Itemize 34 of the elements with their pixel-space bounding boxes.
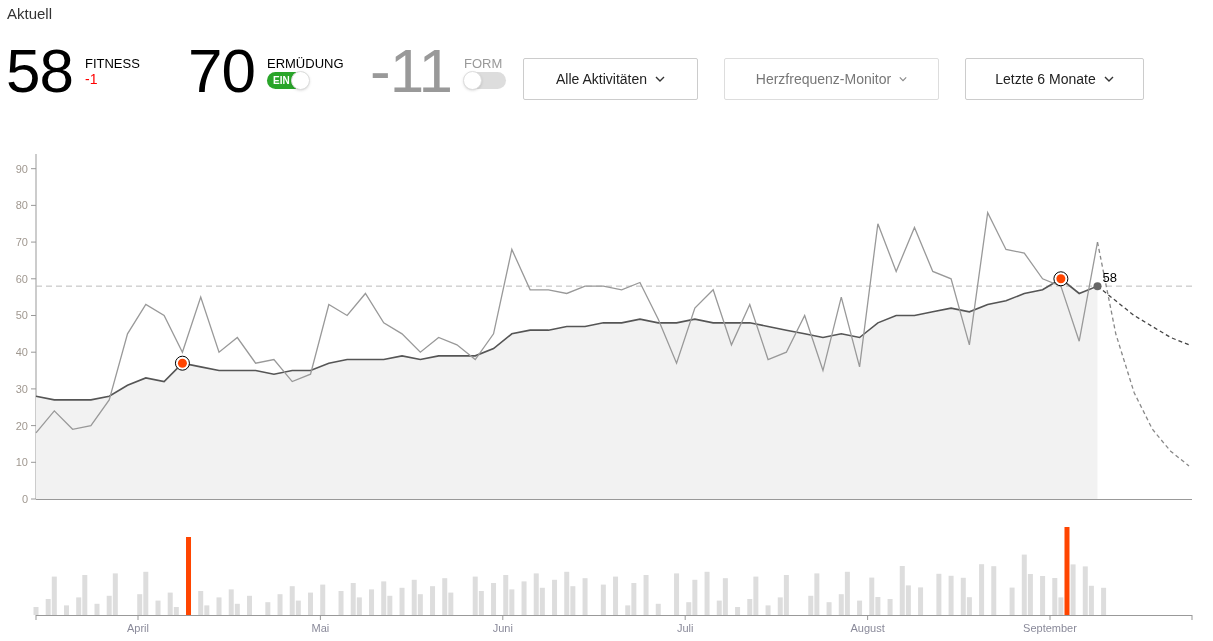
point-label: 58	[1102, 270, 1117, 286]
month-label: August	[850, 622, 885, 634]
metric-value: 70	[188, 38, 255, 104]
highlight-marker	[1053, 271, 1069, 287]
metric-value: 58	[6, 38, 73, 104]
metric-change: -1	[84, 71, 98, 87]
y-tick-label: 60	[15, 272, 28, 285]
current-point	[1093, 282, 1102, 291]
metric-label: FITNESS	[84, 56, 140, 71]
month-label: Juli	[676, 622, 694, 634]
y-tick-label: 40	[15, 346, 28, 359]
section-title: Aktuell	[7, 4, 53, 24]
dropdown-button[interactable]: Alle Aktivitäten	[523, 58, 698, 100]
month-label: Mai	[311, 622, 330, 634]
highlight-marker	[174, 355, 190, 371]
y-tick-label: 90	[15, 162, 28, 175]
y-tick-label: 0	[21, 493, 28, 505]
month-label: Juni	[492, 622, 513, 634]
toggle-switch[interactable]	[464, 72, 506, 89]
y-tick-label: 50	[15, 309, 28, 322]
chevron-down-icon	[655, 74, 666, 84]
metric-label: ERMÜDUNG	[266, 56, 344, 71]
month-label: April	[127, 622, 149, 634]
y-tick-label: 10	[15, 456, 28, 469]
chevron-down-icon	[899, 75, 908, 83]
metric-value: -11	[370, 38, 452, 104]
y-tick-label: 30	[15, 382, 28, 395]
chevron-down-icon	[1103, 74, 1114, 84]
month-label: September	[1023, 622, 1077, 634]
y-tick-label: 70	[15, 236, 28, 249]
y-tick-label: 20	[15, 419, 28, 432]
y-tick-label: 80	[15, 199, 28, 212]
metric-label: FORM	[464, 56, 504, 71]
dropdown-button[interactable]: Letzte 6 Monate	[965, 58, 1144, 100]
